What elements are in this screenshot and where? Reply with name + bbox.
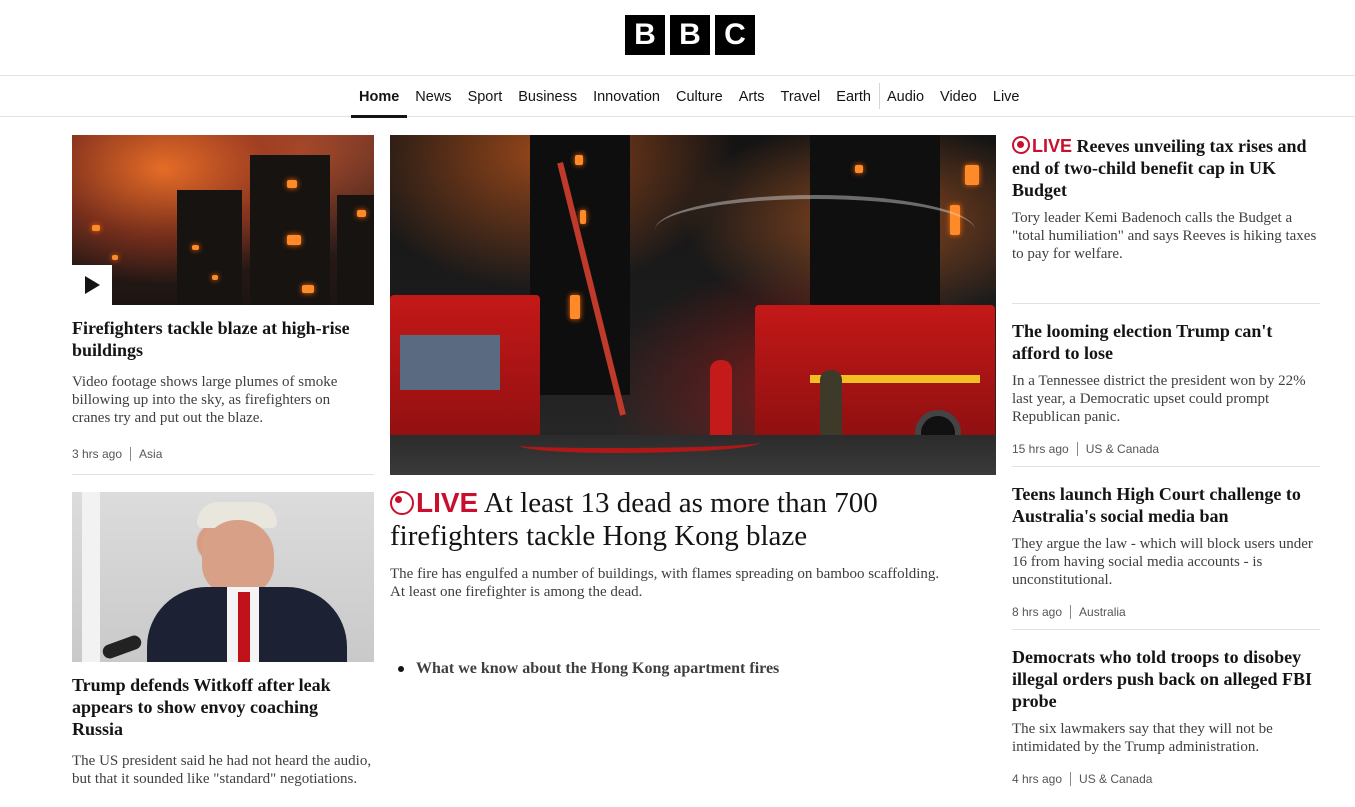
- nav-item-live[interactable]: Live: [985, 76, 1028, 117]
- play-icon: [85, 276, 100, 294]
- bullet-dot: [398, 666, 404, 672]
- live-badge: LIVE: [390, 487, 478, 518]
- story-timestamp: 15 hrs ago: [1012, 442, 1069, 456]
- nav-item-sport[interactable]: Sport: [460, 76, 511, 117]
- lead-story-headline[interactable]: LIVE At least 13 dead as more than 700 f…: [390, 486, 996, 553]
- live-icon: [1012, 136, 1030, 154]
- story-summary: Tory leader Kemi Badenoch calls the Budg…: [1012, 210, 1317, 262]
- story-summary: In a Tennessee district the president wo…: [1012, 373, 1306, 425]
- story-headline[interactable]: Trump defends Witkoff after leak appears…: [72, 674, 372, 740]
- nav-item-innovation[interactable]: Innovation: [585, 76, 668, 117]
- story-section-link[interactable]: US & Canada: [1086, 442, 1159, 456]
- story-meta: 3 hrs ago Asia: [72, 447, 162, 461]
- live-badge: LIVE: [1012, 136, 1072, 156]
- nav-item-video[interactable]: Video: [932, 76, 985, 117]
- lead-story-image[interactable]: [390, 135, 996, 475]
- masthead: B B C: [0, 0, 1355, 76]
- story-section-link[interactable]: Asia: [139, 447, 162, 461]
- story-headline[interactable]: LIVE Reeves unveiling tax rises and end …: [1012, 135, 1320, 201]
- story-summary: The six lawmakers say that they will not…: [1012, 721, 1273, 755]
- bbc-logo[interactable]: B B C: [625, 15, 755, 55]
- story-headline[interactable]: Firefighters tackle blaze at high-rise b…: [72, 317, 372, 361]
- story-meta: 15 hrs ago US & Canada: [1012, 442, 1159, 456]
- nav-item-business[interactable]: Business: [510, 76, 585, 117]
- story-summary: The US president said he had not heard t…: [72, 753, 372, 787]
- story-summary: Video footage shows large plumes of smok…: [72, 374, 338, 426]
- story-section-link[interactable]: Australia: [1079, 605, 1126, 619]
- story-meta: 8 hrs ago Australia: [1012, 605, 1126, 619]
- live-label: LIVE: [416, 487, 479, 518]
- nav-item-travel[interactable]: Travel: [773, 76, 829, 117]
- nav-item-audio[interactable]: Audio: [878, 76, 932, 117]
- story-timestamp: 3 hrs ago: [72, 447, 123, 461]
- nav-item-culture[interactable]: Culture: [668, 76, 731, 117]
- logo-letter-b1: B: [625, 15, 665, 55]
- story-headline[interactable]: Democrats who told troops to disobey ill…: [1012, 646, 1320, 712]
- nav-item-news[interactable]: News: [407, 76, 459, 117]
- story-image-highrise-fire[interactable]: [72, 135, 374, 305]
- nav-item-home[interactable]: Home: [351, 76, 408, 118]
- live-icon: [390, 491, 414, 515]
- story-image-trump[interactable]: [72, 492, 374, 662]
- story-headline[interactable]: Teens launch High Court challenge to Aus…: [1012, 483, 1320, 527]
- story-timestamp: 8 hrs ago: [1012, 605, 1063, 619]
- lead-story-summary: The fire has engulfed a number of buildi…: [390, 566, 940, 600]
- nav-item-arts[interactable]: Arts: [731, 76, 773, 117]
- story-summary: They argue the law - which will block us…: [1012, 536, 1313, 588]
- related-link[interactable]: What we know about the Hong Kong apartme…: [398, 660, 779, 678]
- nav-item-earth[interactable]: Earth: [828, 76, 879, 117]
- story-meta: 4 hrs ago US & Canada: [1012, 772, 1152, 786]
- live-label: LIVE: [1032, 136, 1073, 156]
- story-timestamp: 4 hrs ago: [1012, 772, 1063, 786]
- logo-letter-c: C: [715, 15, 755, 55]
- logo-letter-b2: B: [670, 15, 710, 55]
- play-button[interactable]: [72, 265, 112, 305]
- story-section-link[interactable]: US & Canada: [1079, 772, 1152, 786]
- story-headline[interactable]: The looming election Trump can't afford …: [1012, 320, 1320, 364]
- main-nav: Home News Sport Business Innovation Cult…: [0, 76, 1355, 118]
- related-link-text: What we know about the Hong Kong apartme…: [416, 660, 780, 677]
